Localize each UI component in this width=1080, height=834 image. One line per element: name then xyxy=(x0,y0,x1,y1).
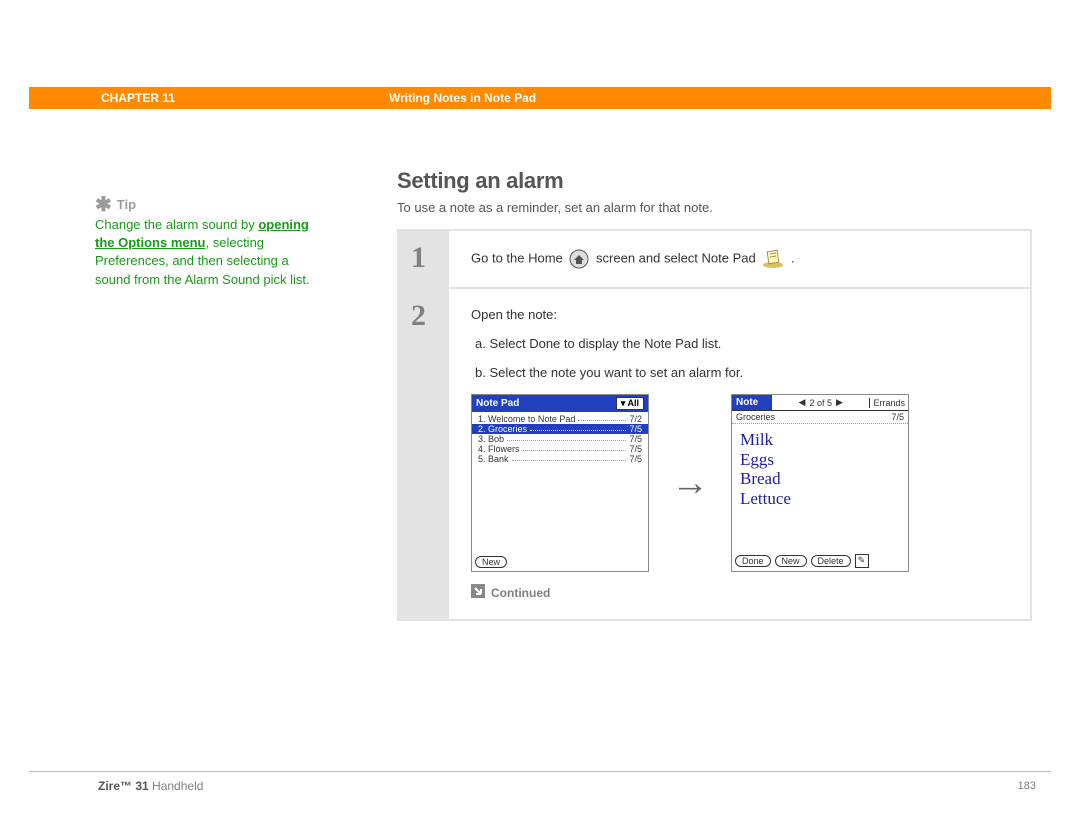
notepad-icon xyxy=(762,249,784,269)
category-dropdown[interactable]: Errands xyxy=(869,398,908,408)
tip-heading: ✱ Tip xyxy=(95,197,320,212)
screen-title: Note Pad xyxy=(476,398,519,409)
list-item[interactable]: 1. Welcome to Note Pad7/2 xyxy=(472,414,648,424)
step1-text-b: screen and select Note Pad xyxy=(596,250,756,265)
continued-label: Continued xyxy=(491,586,550,600)
footer: Zire™ 31 Handheld 183 xyxy=(98,779,1036,793)
note-name: Groceries xyxy=(736,412,775,422)
header-title: Writing Notes in Note Pad xyxy=(389,91,536,105)
step1-text-c: . xyxy=(791,250,795,265)
edit-icon[interactable]: ✎ xyxy=(855,554,869,568)
step-number: 1 xyxy=(399,231,449,287)
asterisk-icon: ✱ xyxy=(95,198,112,212)
handwriting-line: Milk xyxy=(740,430,900,450)
tip-sidebar: ✱ Tip Change the alarm sound by opening … xyxy=(95,197,320,289)
handwriting-line: Eggs xyxy=(740,450,900,470)
step-1: 1 Go to the Home screen and select Note … xyxy=(399,231,1030,289)
footer-divider xyxy=(29,771,1051,772)
tip-body: Change the alarm sound by opening the Op… xyxy=(95,216,320,289)
tip-text-pre: Change the alarm sound by xyxy=(95,217,258,232)
step2-a: a. Select Done to display the Note Pad l… xyxy=(471,336,1012,351)
main-content: Setting an alarm To use a note as a remi… xyxy=(397,168,1032,621)
page-number: 183 xyxy=(1018,780,1036,792)
step-2: 2 Open the note: a. Select Done to displ… xyxy=(399,289,1030,619)
note-meta: Groceries 7/5 xyxy=(732,411,908,424)
steps-box: 1 Go to the Home screen and select Note … xyxy=(397,229,1032,621)
step-1-body: Go to the Home screen and select Note Pa… xyxy=(449,231,1030,287)
step2-intro: Open the note: xyxy=(471,307,1012,322)
chapter-label: CHAPTER 11 xyxy=(29,91,389,105)
screens-row: Note Pad ▾ All 1. Welcome to Note Pad7/2… xyxy=(471,394,1012,572)
step1-text-a: Go to the Home xyxy=(471,250,563,265)
list-item[interactable]: 4. Flowers7/5 xyxy=(472,444,648,454)
list-item[interactable]: 2. Groceries7/5 xyxy=(472,424,648,434)
notepad-list-screen: Note Pad ▾ All 1. Welcome to Note Pad7/2… xyxy=(471,394,649,572)
list-item[interactable]: 3. Bob7/5 xyxy=(472,434,648,444)
screen-title: Note xyxy=(732,395,772,410)
continued-arrow-icon xyxy=(471,584,485,601)
handwriting-line: Bread xyxy=(740,469,900,489)
note-detail-screen: Note ◀2 of 5▶ Errands Groceries 7/5 Milk… xyxy=(731,394,909,572)
page-heading: Setting an alarm xyxy=(397,168,1032,194)
note-list: 1. Welcome to Note Pad7/2 2. Groceries7/… xyxy=(472,412,648,553)
step-2-body: Open the note: a. Select Done to display… xyxy=(449,289,1030,619)
screen-title-bar: Note Pad ▾ All xyxy=(472,395,648,412)
continued-row: Continued xyxy=(471,584,1012,601)
screen-title-bar: Note ◀2 of 5▶ Errands xyxy=(732,395,908,411)
note-nav[interactable]: ◀2 of 5▶ xyxy=(772,397,869,408)
handwriting-line: Lettuce xyxy=(740,489,900,509)
note-canvas[interactable]: Milk Eggs Bread Lettuce xyxy=(732,424,908,551)
new-button[interactable]: New xyxy=(775,555,807,567)
product-name: Zire™ 31 Handheld xyxy=(98,779,203,793)
list-item[interactable]: 5. Bank7/5 xyxy=(472,454,648,464)
done-button[interactable]: Done xyxy=(735,555,771,567)
delete-button[interactable]: Delete xyxy=(811,555,851,567)
step-number: 2 xyxy=(399,289,449,619)
screen-buttons: New xyxy=(472,553,648,571)
new-button[interactable]: New xyxy=(475,556,507,568)
lead-text: To use a note as a reminder, set an alar… xyxy=(397,200,1032,215)
filter-dropdown[interactable]: ▾ All xyxy=(616,397,644,410)
arrow-right-icon: → xyxy=(671,462,709,505)
tip-label: Tip xyxy=(117,197,136,212)
note-date: 7/5 xyxy=(891,412,904,422)
home-icon xyxy=(569,249,589,269)
screen-buttons: Done New Delete ✎ xyxy=(732,551,908,571)
header-bar: CHAPTER 11 Writing Notes in Note Pad xyxy=(29,87,1051,109)
step2-b: b. Select the note you want to set an al… xyxy=(471,365,1012,380)
